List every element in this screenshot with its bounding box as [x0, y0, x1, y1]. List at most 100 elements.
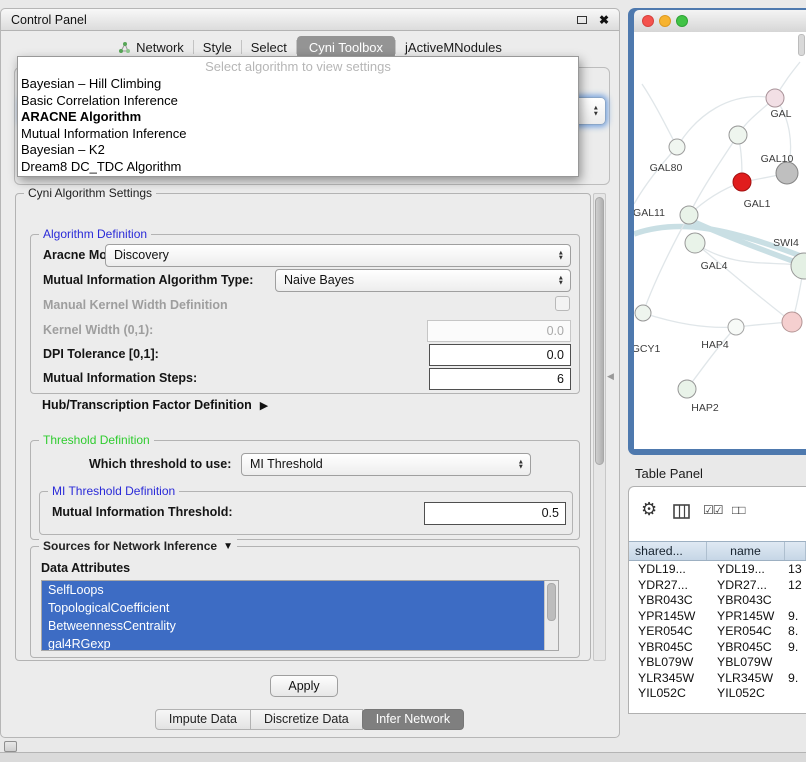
sources-group: Sources for Network Inference ▼ Data Att…: [30, 546, 580, 658]
sources-group-header[interactable]: Sources for Network Inference ▼: [39, 539, 237, 553]
column-header-shared-name[interactable]: shared...: [629, 542, 707, 560]
tab-discretize-data[interactable]: Discretize Data: [250, 709, 363, 730]
algorithm-option[interactable]: Bayesian – K2: [18, 142, 578, 159]
manual-kernel-width-checkbox[interactable]: [555, 296, 570, 311]
minimized-panel-icon[interactable]: [4, 741, 17, 752]
select-all-checkboxes-icon[interactable]: ☑☑: [703, 503, 723, 517]
list-scrollbar-thumb[interactable]: [547, 583, 556, 621]
network-edge: [643, 313, 736, 327]
column-header-name[interactable]: name: [707, 542, 785, 560]
dpi-tolerance-label: DPI Tolerance [0,1]:: [43, 347, 159, 361]
cell: YDL19...: [707, 562, 785, 578]
network-node-label: GAL11: [634, 207, 665, 219]
network-canvas[interactable]: GALGAL80GAL10GAL11GAL1SWI4GAL4GCY1HAP4HA…: [634, 32, 806, 449]
network-edge: [687, 327, 736, 389]
table-row[interactable]: YIL052CYIL052C: [629, 686, 806, 702]
cell: 9.: [785, 640, 806, 656]
dpi-tolerance-field[interactable]: 0.0: [429, 344, 571, 366]
combo-arrows-icon: ▲▼: [558, 275, 564, 286]
algorithm-option[interactable]: Dream8 DC_TDC Algorithm: [18, 159, 578, 176]
collapse-down-arrow-icon: ▼: [223, 541, 233, 552]
network-node[interactable]: [776, 162, 798, 184]
algorithm-option[interactable]: Basic Correlation Inference: [18, 93, 578, 110]
cell: 9.: [785, 671, 806, 687]
list-item-selected[interactable]: SelfLoops: [42, 581, 544, 599]
table-row[interactable]: YPR145WYPR145W9.: [629, 609, 806, 625]
mi-threshold-field[interactable]: 0.5: [424, 502, 566, 525]
table-row[interactable]: YBL079WYBL079W: [629, 655, 806, 671]
column-header-partial[interactable]: [785, 542, 806, 560]
network-node[interactable]: [635, 305, 651, 321]
network-graph[interactable]: GALGAL80GAL10GAL11GAL1SWI4GAL4GCY1HAP4HA…: [634, 32, 806, 449]
table-row[interactable]: YDR27...YDR27...12: [629, 578, 806, 594]
settings-scrollbar[interactable]: [593, 193, 606, 661]
control-panel-window: Control Panel ✖ Network Style Select Cyn…: [0, 8, 620, 738]
apply-button[interactable]: Apply: [270, 675, 338, 697]
close-traffic-light-icon[interactable]: [642, 15, 654, 27]
settings-group-title: Cyni Algorithm Settings: [24, 186, 156, 200]
list-item-selected[interactable]: gal4RGexp: [42, 635, 544, 651]
table-row[interactable]: YBR043CYBR043C: [629, 593, 806, 609]
which-threshold-select[interactable]: MI Threshold ▲▼: [241, 453, 531, 476]
algorithm-option[interactable]: Mutual Information Inference: [18, 126, 578, 143]
list-item-selected[interactable]: BetweennessCentrality: [42, 617, 544, 635]
column-chooser-icon[interactable]: [673, 504, 690, 519]
table-row[interactable]: YBR045CYBR045C9.: [629, 640, 806, 656]
float-window-icon[interactable]: [577, 16, 587, 24]
table-settings-gear-icon[interactable]: ⚙: [641, 499, 657, 520]
table-toolbar: ⚙ ☑☑ □□: [629, 487, 806, 541]
aracne-mode-select[interactable]: Discovery ▲▼: [105, 244, 571, 267]
list-scrollbar[interactable]: [544, 581, 558, 650]
cell: YDR27...: [707, 578, 785, 594]
mi-steps-label: Mutual Information Steps:: [43, 371, 197, 385]
window-title: Control Panel: [11, 13, 577, 27]
network-node[interactable]: [729, 126, 747, 144]
table-panel-window: ⚙ ☑☑ □□ shared... name YDL19...YDL19...1…: [628, 486, 806, 714]
cell: YBR045C: [629, 640, 707, 656]
network-node[interactable]: [791, 253, 806, 279]
list-item-selected[interactable]: TopologicalCoefficient: [42, 599, 544, 617]
kernel-width-label: Kernel Width (0,1):: [43, 323, 153, 337]
minimize-traffic-light-icon[interactable]: [659, 15, 671, 27]
network-node[interactable]: [782, 312, 802, 332]
tab-label: Select: [251, 40, 287, 55]
algorithm-option-selected[interactable]: ARACNE Algorithm: [18, 109, 578, 126]
combo-arrows-icon: ▲▼: [518, 459, 524, 470]
network-node[interactable]: [680, 206, 698, 224]
cell: [785, 655, 806, 671]
table-row[interactable]: YER054CYER054C8.: [629, 624, 806, 640]
mi-algorithm-type-select[interactable]: Naive Bayes ▲▼: [275, 269, 571, 292]
algorithm-option[interactable]: Bayesian – Hill Climbing: [18, 76, 578, 93]
mi-threshold-definition-title: MI Threshold Definition: [48, 484, 179, 498]
manual-kernel-width-label: Manual Kernel Width Definition: [43, 298, 228, 312]
mi-algorithm-type-label: Mutual Information Algorithm Type:: [43, 273, 253, 287]
network-node[interactable]: [678, 380, 696, 398]
close-window-icon[interactable]: ✖: [599, 13, 609, 27]
cell: YDR27...: [629, 578, 707, 594]
panel-splitter-arrow[interactable]: ◀: [607, 371, 614, 382]
network-edge: [677, 97, 775, 147]
table-panel-label: Table Panel: [628, 464, 806, 484]
hub-definition-expander[interactable]: Hub/Transcription Factor Definition ▶: [42, 398, 268, 412]
tab-label: jActiveMNodules: [405, 40, 502, 55]
table-row[interactable]: YDL19...YDL19...13: [629, 562, 806, 578]
table-header-row: shared... name: [629, 541, 806, 561]
cell: YIL052C: [629, 686, 707, 702]
network-scrollbar-thumb[interactable]: [798, 34, 805, 56]
network-node[interactable]: [728, 319, 744, 335]
network-node[interactable]: [685, 233, 705, 253]
kernel-width-field[interactable]: 0.0: [427, 320, 571, 342]
control-panel-titlebar: Control Panel ✖: [1, 9, 619, 31]
network-node[interactable]: [733, 173, 751, 191]
settings-scrollbar-thumb[interactable]: [595, 197, 604, 465]
tab-impute-data[interactable]: Impute Data: [155, 709, 251, 730]
network-node[interactable]: [669, 139, 685, 155]
network-node-label: HAP4: [701, 339, 729, 351]
deselect-all-checkboxes-icon[interactable]: □□: [732, 503, 745, 517]
mi-steps-field[interactable]: 6: [429, 368, 571, 390]
tab-infer-network[interactable]: Infer Network: [362, 709, 464, 730]
algorithm-option-placeholder[interactable]: Select algorithm to view settings: [18, 58, 578, 76]
table-row[interactable]: YLR345WYLR345W9.: [629, 671, 806, 687]
zoom-traffic-light-icon[interactable]: [676, 15, 688, 27]
network-node[interactable]: [766, 89, 784, 107]
